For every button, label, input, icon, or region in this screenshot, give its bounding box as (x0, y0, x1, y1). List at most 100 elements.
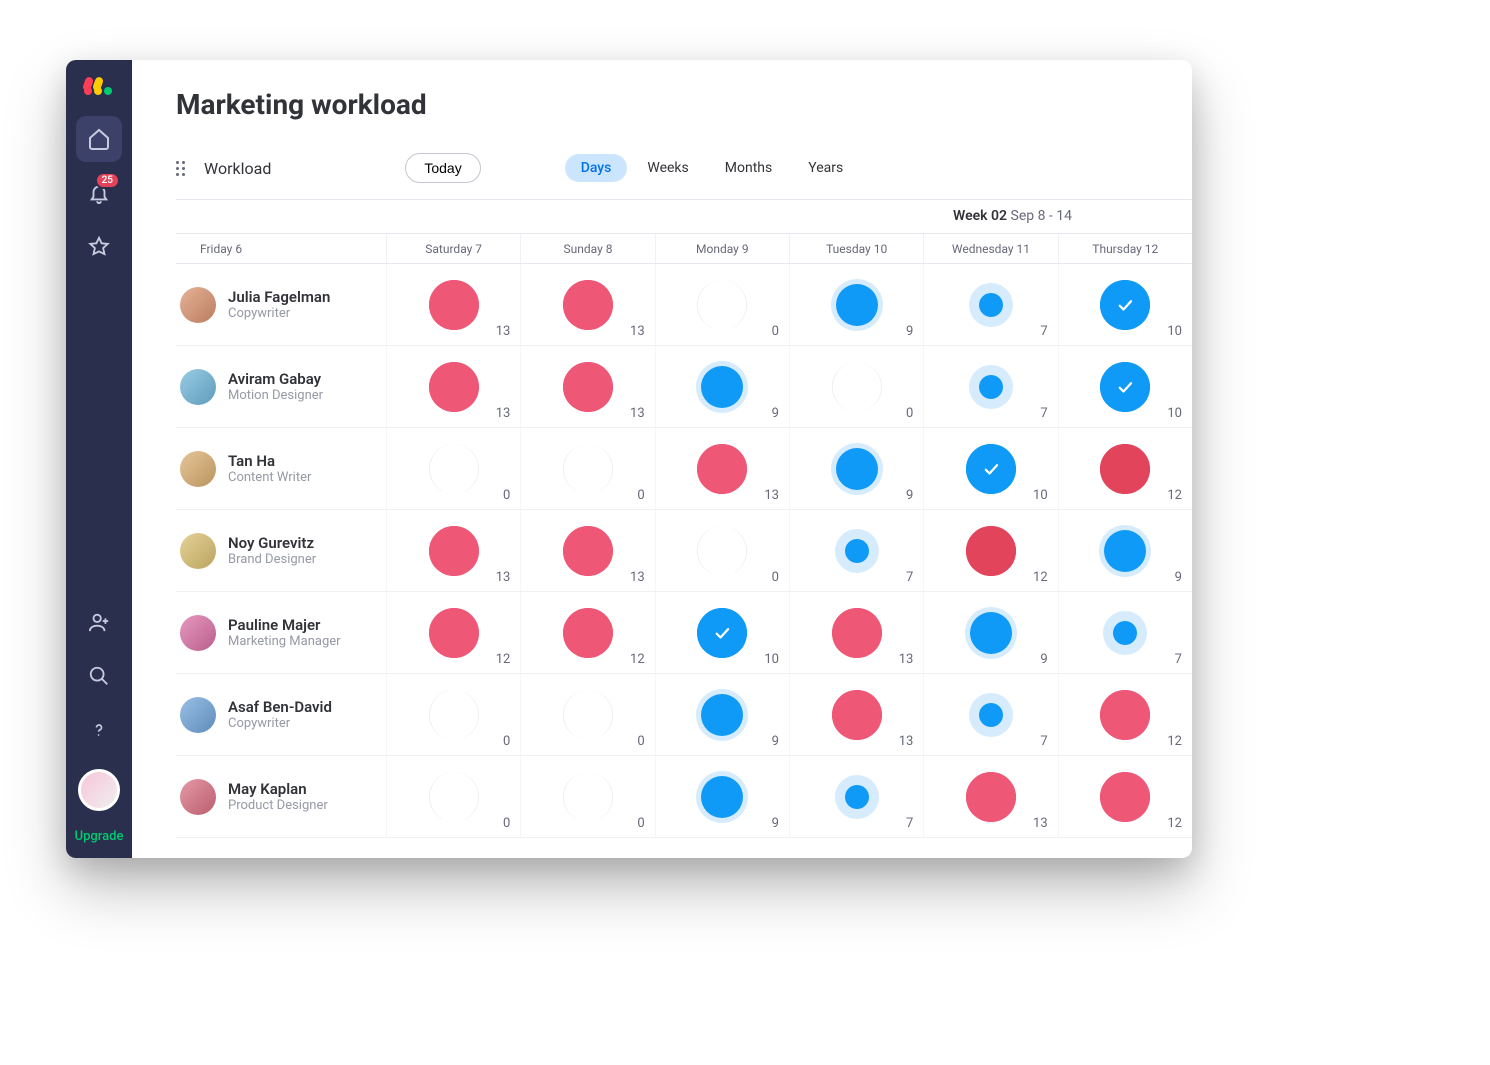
workload-cell[interactable]: 9 (655, 346, 789, 427)
drag-handle-icon[interactable] (176, 161, 190, 176)
person-cell[interactable]: Julia FagelmanCopywriter (176, 264, 386, 345)
workload-value: 0 (772, 324, 779, 339)
workload-cell[interactable]: 12 (520, 592, 654, 673)
app-logo-icon[interactable] (81, 74, 117, 98)
workload-cell[interactable]: 7 (1058, 592, 1192, 673)
view-name[interactable]: Workload (204, 159, 271, 178)
person-cell[interactable]: Asaf Ben-DavidCopywriter (176, 674, 386, 755)
workload-cell[interactable]: 12 (1058, 674, 1192, 755)
range-tab-years[interactable]: Years (792, 154, 859, 182)
workload-cell[interactable]: 0 (520, 674, 654, 755)
workload-value: 0 (772, 570, 779, 585)
workload-bubble (966, 526, 1016, 576)
workload-cell[interactable]: 0 (520, 428, 654, 509)
workload-cell[interactable]: 10 (655, 592, 789, 673)
person-cell[interactable]: May KaplanProduct Designer (176, 756, 386, 837)
workload-cell[interactable]: 13 (386, 510, 520, 591)
workload-cell[interactable]: 9 (655, 674, 789, 755)
person-cell[interactable]: Tan HaContent Writer (176, 428, 386, 509)
workload-bubble (563, 690, 613, 740)
workload-cell[interactable]: 7 (789, 510, 923, 591)
workload-bubble (832, 690, 882, 740)
workload-bubble (1100, 690, 1150, 740)
today-button[interactable]: Today (405, 153, 480, 183)
person-cell[interactable]: Pauline MajerMarketing Manager (176, 592, 386, 673)
range-tab-weeks[interactable]: Weeks (631, 154, 704, 182)
day-header: Wednesday 11 (923, 234, 1057, 263)
workload-value: 0 (637, 734, 644, 749)
workload-cell[interactable]: 13 (386, 346, 520, 427)
workload-cell[interactable]: 7 (923, 674, 1057, 755)
workload-value: 9 (772, 406, 779, 421)
workload-cell[interactable]: 13 (520, 346, 654, 427)
week-label: Week 02 Sep 8 - 14 (953, 208, 1072, 224)
check-icon (1116, 378, 1134, 396)
workload-value: 9 (1040, 652, 1047, 667)
workload-bubble (966, 444, 1016, 494)
workload-cell[interactable]: 7 (789, 756, 923, 837)
workload-cell[interactable]: 10 (1058, 346, 1192, 427)
workload-cell[interactable]: 10 (1058, 264, 1192, 345)
workload-value: 9 (1175, 570, 1182, 585)
workload-value: 7 (906, 816, 913, 831)
person-row: Pauline MajerMarketing Manager1212101397 (176, 592, 1192, 674)
person-role: Content Writer (228, 470, 311, 485)
workload-cell[interactable]: 12 (386, 592, 520, 673)
check-icon (1116, 296, 1134, 314)
workload-cell[interactable]: 12 (1058, 756, 1192, 837)
person-name: Tan Ha (228, 452, 311, 470)
search-icon[interactable] (76, 653, 122, 699)
range-tab-days[interactable]: Days (565, 154, 628, 182)
workload-cell[interactable]: 13 (520, 510, 654, 591)
workload-cell[interactable]: 13 (386, 264, 520, 345)
workload-bubble (697, 608, 747, 658)
workload-cell[interactable]: 12 (923, 510, 1057, 591)
workload-value: 7 (1040, 406, 1047, 421)
user-avatar[interactable] (78, 769, 120, 811)
workload-cell[interactable]: 0 (386, 674, 520, 755)
upgrade-button[interactable]: Upgrade (66, 819, 132, 858)
workload-cell[interactable]: 0 (386, 428, 520, 509)
avatar (180, 779, 216, 815)
workload-cell[interactable]: 9 (789, 264, 923, 345)
workload-cell[interactable]: 0 (520, 756, 654, 837)
workload-value: 0 (637, 488, 644, 503)
workload-cell[interactable]: 9 (655, 756, 789, 837)
workload-cell[interactable]: 13 (655, 428, 789, 509)
notifications-icon[interactable]: 25 (76, 170, 122, 216)
workload-cell[interactable]: 10 (923, 428, 1057, 509)
workload-cell[interactable]: 13 (789, 674, 923, 755)
workload-cell[interactable]: 0 (655, 510, 789, 591)
day-header: Sunday 8 (520, 234, 654, 263)
workload-cell[interactable]: 9 (923, 592, 1057, 673)
workload-bubble (969, 693, 1013, 737)
invite-icon[interactable] (76, 599, 122, 645)
workload-bubble (1099, 525, 1151, 577)
person-row: Aviram GabayMotion Designer131390710 (176, 346, 1192, 428)
person-row: Tan HaContent Writer001391012 (176, 428, 1192, 510)
workload-cell[interactable]: 13 (520, 264, 654, 345)
workload-cell[interactable]: 7 (923, 346, 1057, 427)
help-icon[interactable] (76, 707, 122, 753)
workload-cell[interactable]: 9 (789, 428, 923, 509)
workload-cell[interactable]: 13 (923, 756, 1057, 837)
toolbar: Workload Today DaysWeeksMonthsYears (132, 133, 1192, 199)
workload-bubble (832, 608, 882, 658)
favorites-icon[interactable] (76, 224, 122, 270)
range-tab-months[interactable]: Months (709, 154, 788, 182)
person-name: Asaf Ben-David (228, 698, 332, 716)
workload-cell[interactable]: 12 (1058, 428, 1192, 509)
workload-cell[interactable]: 0 (789, 346, 923, 427)
workload-cell[interactable]: 13 (789, 592, 923, 673)
workload-value: 0 (503, 816, 510, 831)
home-icon[interactable] (76, 116, 122, 162)
person-cell[interactable]: Aviram GabayMotion Designer (176, 346, 386, 427)
workload-value: 7 (1040, 324, 1047, 339)
workload-cell[interactable]: 0 (655, 264, 789, 345)
workload-bubble (696, 361, 748, 413)
workload-cell[interactable]: 7 (923, 264, 1057, 345)
workload-cell[interactable]: 0 (386, 756, 520, 837)
workload-value: 13 (630, 324, 645, 339)
workload-cell[interactable]: 9 (1058, 510, 1192, 591)
person-cell[interactable]: Noy GurevitzBrand Designer (176, 510, 386, 591)
